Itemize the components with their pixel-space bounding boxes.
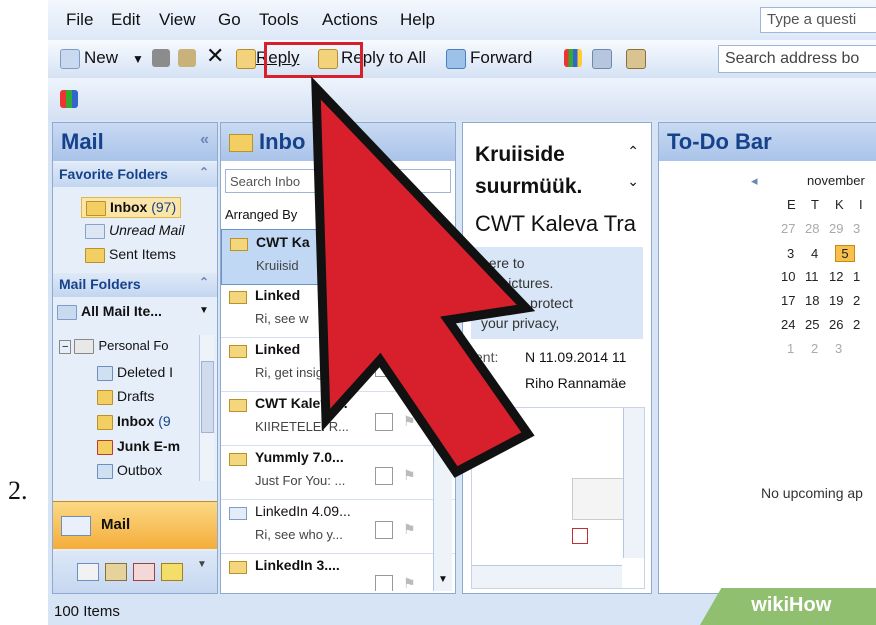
red-pointer-arrow [311,76,536,478]
pointer-arrow-overlay [311,76,536,478]
